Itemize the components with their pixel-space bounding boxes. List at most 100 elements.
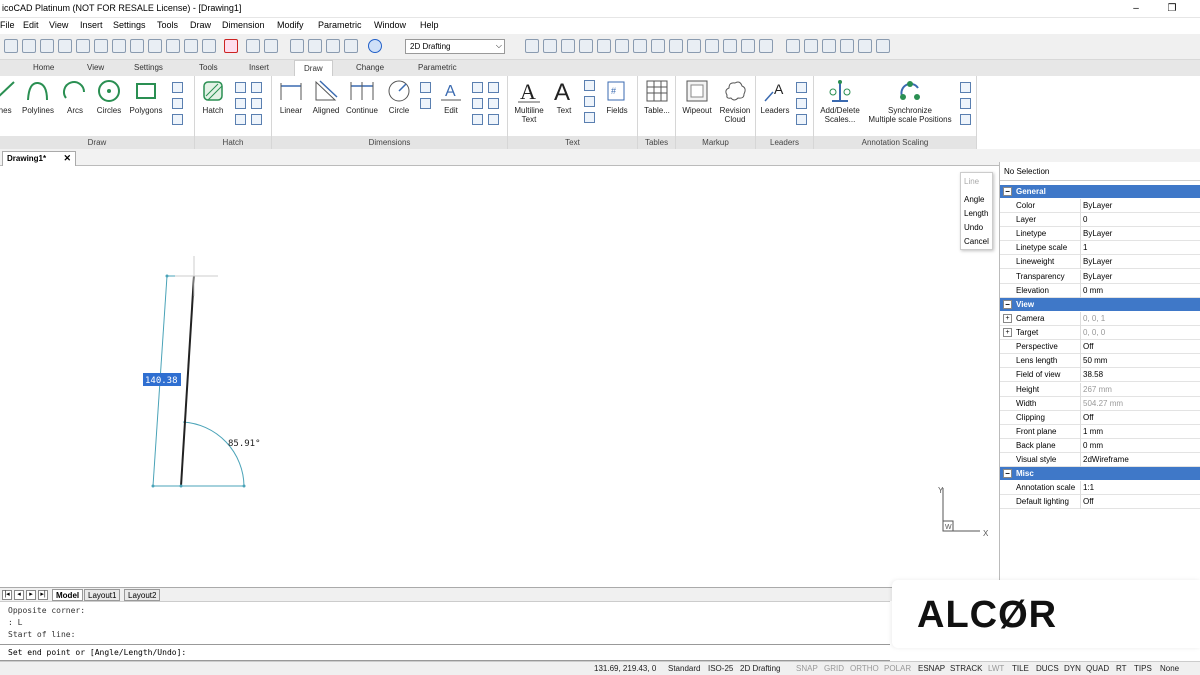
tab-settings[interactable]: Settings (134, 63, 163, 72)
collapse-icon[interactable]: − (1003, 469, 1012, 478)
prev-tab-icon[interactable]: ◂ (14, 590, 24, 600)
multiline-text-button[interactable]: A Multiline Text (512, 78, 546, 124)
menu-draw[interactable]: Draw (190, 20, 211, 30)
property-row[interactable]: Linetype scale 1 (1000, 241, 1200, 256)
paste-icon[interactable] (148, 39, 162, 53)
explorer-icon[interactable] (326, 39, 340, 53)
cube-icon[interactable] (741, 39, 755, 53)
layout-icon[interactable] (786, 39, 800, 53)
circles-button[interactable]: Circles (94, 78, 124, 115)
tool-palette-icon[interactable] (858, 39, 872, 53)
toggle-tile[interactable]: TILE (1012, 664, 1029, 673)
next-tab-icon[interactable]: ▸ (26, 590, 36, 600)
menu-view[interactable]: View (49, 20, 68, 30)
publish-icon[interactable] (94, 39, 108, 53)
ellipse-icon[interactable] (172, 114, 183, 125)
toggle-ortho[interactable]: ORTHO (850, 664, 879, 673)
property-row[interactable]: Clipping Off (1000, 410, 1200, 425)
walk-icon[interactable] (687, 39, 701, 53)
zoom-realtime-icon[interactable] (543, 39, 557, 53)
menu-tools[interactable]: Tools (157, 20, 178, 30)
tab-layout2[interactable]: Layout2 (124, 589, 161, 601)
view-icon[interactable] (723, 39, 737, 53)
status-annotation-monitor[interactable]: None (1160, 664, 1179, 673)
property-row[interactable]: Field of view 38.58 (1000, 368, 1200, 383)
property-row[interactable]: Width 504.27 mm (1000, 396, 1200, 411)
box-icon[interactable] (759, 39, 773, 53)
toggle-rt[interactable]: RT (1116, 664, 1127, 673)
hatch-button[interactable]: Hatch (198, 78, 228, 115)
linear-dimension-button[interactable]: Linear (276, 78, 306, 115)
collapse-icon[interactable]: − (1003, 187, 1012, 196)
match-properties-icon[interactable] (166, 39, 180, 53)
command-line-input[interactable]: Set end point or [Angle/Length/Undo]: (0, 644, 890, 661)
toggle-tips[interactable]: TIPS (1134, 664, 1152, 673)
wipeout-button[interactable]: Wipeout (679, 78, 715, 115)
toggle-snap[interactable]: SNAP (796, 664, 818, 673)
save-icon[interactable] (40, 39, 54, 53)
property-row[interactable]: Color ByLayer (1000, 199, 1200, 213)
text-button[interactable]: A Text (550, 78, 578, 115)
wipeout-small-icon[interactable] (235, 114, 246, 125)
drawing-canvas[interactable]: 140.38 85.91° Y X W (0, 166, 999, 586)
aligned-dimension-button[interactable]: Aligned (310, 78, 342, 115)
orbit-icon[interactable] (651, 39, 665, 53)
align-leader-icon[interactable] (796, 114, 807, 125)
arcs-button[interactable]: Arcs (60, 78, 90, 115)
block-icon[interactable] (202, 39, 216, 53)
center-mark-icon[interactable] (472, 114, 483, 125)
zoom-in-icon[interactable] (561, 39, 575, 53)
layers-icon[interactable] (290, 39, 304, 53)
menu-insert[interactable]: Insert (80, 20, 103, 30)
toggle-dyn[interactable]: DYN (1064, 664, 1081, 673)
toggle-grid[interactable]: GRID (824, 664, 844, 673)
add-delete-scales-button[interactable]: Add/Delete Scales... (816, 78, 864, 124)
tab-draw[interactable]: Draw (294, 60, 333, 76)
tolerance-icon[interactable] (472, 98, 483, 109)
tab-view[interactable]: View (87, 63, 104, 72)
section-view[interactable]: − View (1000, 298, 1200, 311)
region-icon[interactable] (235, 98, 246, 109)
properties-icon[interactable] (308, 39, 322, 53)
ordinate-icon[interactable] (488, 98, 499, 109)
scale-list-icon[interactable] (960, 82, 971, 93)
tab-home[interactable]: Home (33, 63, 54, 72)
menu-help[interactable]: Help (420, 20, 439, 30)
new-icon[interactable] (4, 39, 18, 53)
tab-tools[interactable]: Tools (199, 63, 218, 72)
oblique-icon[interactable] (472, 82, 483, 93)
toggle-esnap[interactable]: ESNAP (918, 664, 945, 673)
section-misc[interactable]: − Misc (1000, 467, 1200, 480)
point-icon[interactable] (172, 82, 183, 93)
property-row[interactable]: Visual style 2dWireframe (1000, 453, 1200, 467)
menu-settings[interactable]: Settings (113, 20, 146, 30)
dimension-edit-button[interactable]: A Edit (436, 78, 466, 115)
toggle-lwt[interactable]: LWT (988, 664, 1004, 673)
zoom-extents-icon[interactable] (597, 39, 611, 53)
close-icon[interactable]: ✕ (63, 153, 71, 164)
property-row[interactable]: Lens length 50 mm (1000, 354, 1200, 369)
add-leader-icon[interactable] (796, 82, 807, 93)
menu-parametric[interactable]: Parametric (318, 20, 362, 30)
delete-icon[interactable] (224, 39, 238, 53)
expand-icon[interactable]: + (1003, 314, 1012, 323)
property-row[interactable]: Layer 0 (1000, 213, 1200, 228)
option-angle[interactable]: Angle (964, 195, 984, 204)
property-row[interactable]: + Target 0, 0, 0 (1000, 326, 1200, 341)
table-button[interactable]: Table... (640, 78, 674, 115)
tab-model[interactable]: Model (52, 589, 84, 601)
revision-cloud-button[interactable]: Revision Cloud (717, 78, 753, 124)
property-row[interactable]: Back plane 0 mm (1000, 438, 1200, 453)
option-cancel[interactable]: Cancel (964, 237, 989, 246)
property-row[interactable]: Elevation 0 mm (1000, 283, 1200, 298)
menu-window[interactable]: Window (374, 20, 406, 30)
gradient-icon[interactable] (251, 82, 262, 93)
tab-layout1[interactable]: Layout1 (84, 589, 121, 601)
property-row[interactable]: Height 267 mm (1000, 382, 1200, 397)
minimize-button[interactable]: – (1124, 1, 1148, 17)
dimension-style-icon[interactable] (420, 82, 431, 93)
sheet-set-icon[interactable] (876, 39, 890, 53)
toggle-ducs[interactable]: DUCS (1036, 664, 1059, 673)
lines-button[interactable]: Lines (0, 78, 18, 115)
tab-parametric[interactable]: Parametric (418, 63, 457, 72)
